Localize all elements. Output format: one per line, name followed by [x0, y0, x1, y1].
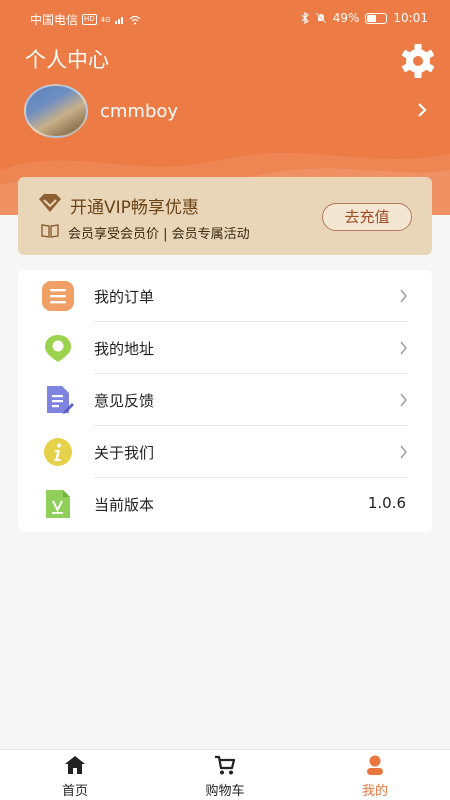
profile-row[interactable]: cmmboy: [24, 84, 434, 138]
gear-icon[interactable]: [400, 43, 436, 79]
menu-item-version[interactable]: 当前版本 1.0.6: [18, 478, 432, 530]
version-icon: [46, 490, 70, 518]
mute-bell-icon: [315, 12, 327, 24]
list-icon: [42, 281, 74, 311]
tab-label: 首页: [61, 784, 88, 799]
vip-card: 开通VIP畅享优惠 会员享受会员价 | 会员专属活动 去充值: [18, 177, 432, 255]
battery-percent: 49%: [332, 11, 360, 25]
menu-item-label: 我的订单: [94, 288, 155, 306]
menu-item-label: 关于我们: [94, 444, 155, 462]
chevron-right-icon: [400, 289, 407, 303]
vip-title: 开通VIP畅享优惠: [70, 198, 199, 218]
info-icon: [44, 438, 72, 466]
status-bar: 中国电信 HD 4G 49% 10:01: [0, 0, 450, 38]
chevron-right-icon: [418, 103, 427, 117]
signal-label: 4G: [100, 15, 111, 24]
menu-list: 我的订单 我的地址 意见反馈 关于我们 当前版本 1.0.6: [18, 270, 432, 532]
location-icon: [45, 335, 71, 362]
tab-bar: 首页 购物车 我的: [0, 749, 450, 800]
recharge-button[interactable]: 去充值: [322, 203, 412, 231]
user-icon: [367, 755, 383, 775]
page-title: 个人中心: [25, 48, 109, 72]
menu-item-orders[interactable]: 我的订单: [18, 270, 432, 322]
menu-item-label: 当前版本: [94, 496, 155, 514]
clock: 10:01: [393, 11, 428, 25]
tab-label: 购物车: [205, 784, 245, 799]
username: cmmboy: [100, 100, 179, 122]
tab-label: 我的: [361, 784, 388, 799]
menu-item-feedback[interactable]: 意见反馈: [18, 374, 432, 426]
feedback-icon: [47, 386, 74, 414]
signal-icon: [114, 17, 123, 24]
menu-item-address[interactable]: 我的地址: [18, 322, 432, 374]
wifi-icon: [129, 15, 140, 24]
carrier-label: 中国电信: [30, 13, 79, 27]
menu-item-label: 意见反馈: [94, 392, 155, 410]
avatar[interactable]: [24, 84, 88, 138]
chevron-right-icon: [400, 445, 407, 459]
tab-mine[interactable]: 我的: [300, 750, 450, 800]
home-icon: [65, 756, 85, 774]
hd-badge: HD: [82, 14, 97, 25]
menu-item-about[interactable]: 关于我们: [18, 426, 432, 478]
bluetooth-icon: [301, 12, 309, 24]
version-value: 1.0.6: [367, 494, 406, 512]
chevron-right-icon: [400, 393, 407, 407]
menu-item-label: 我的地址: [94, 340, 155, 358]
tab-cart[interactable]: 购物车: [150, 750, 300, 800]
vip-subtitle: 会员享受会员价 | 会员专属活动: [68, 227, 250, 242]
tab-home[interactable]: 首页: [0, 750, 150, 800]
chevron-right-icon: [400, 341, 407, 355]
battery-icon: [365, 12, 388, 24]
diamond-icon: [39, 194, 61, 212]
cart-icon: [215, 755, 236, 775]
book-icon: [41, 224, 59, 238]
